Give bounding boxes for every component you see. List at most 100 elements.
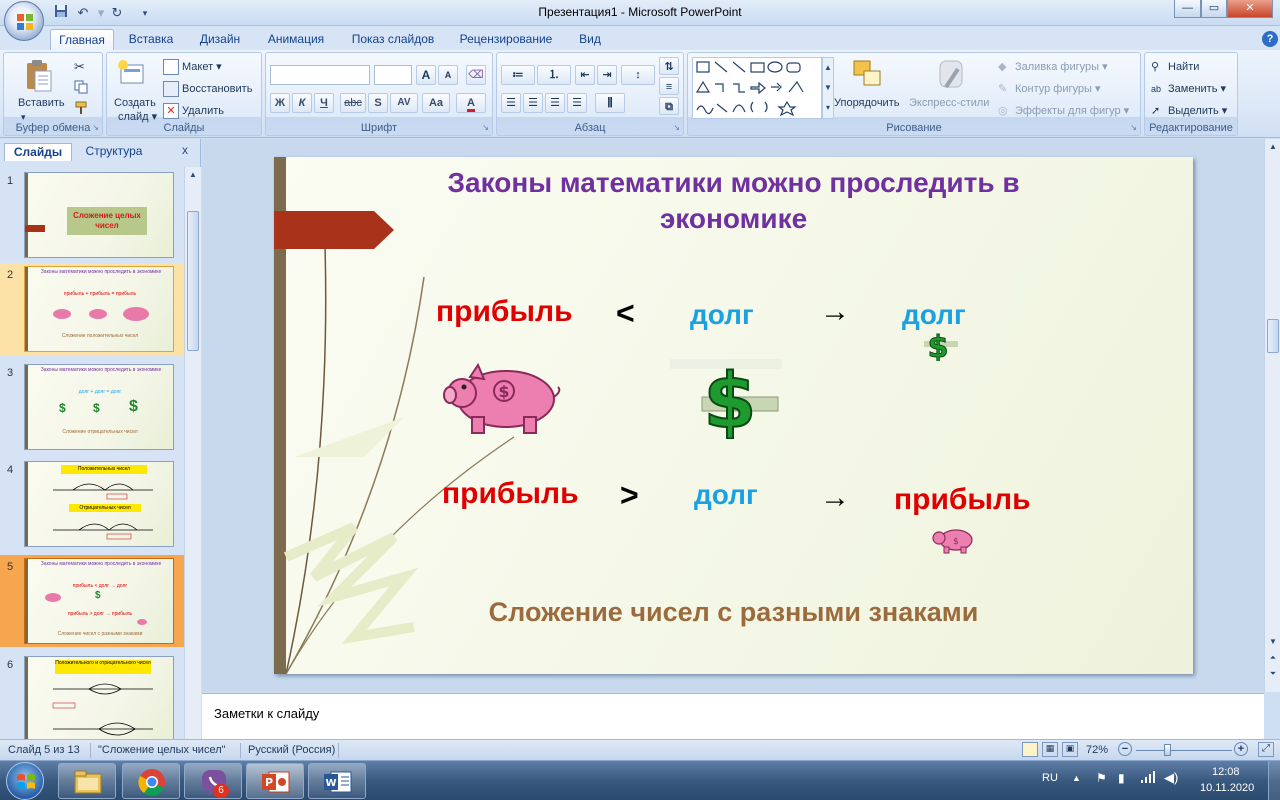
tray-expand-icon[interactable]: ▲ xyxy=(1072,773,1081,783)
clear-format-icon[interactable]: ⌫ xyxy=(466,65,486,85)
change-case-button[interactable]: Aa xyxy=(422,93,450,113)
minimize-button[interactable]: — xyxy=(1174,0,1201,18)
new-slide-icon[interactable] xyxy=(117,59,145,89)
italic-button[interactable]: К xyxy=(292,93,312,113)
slide-sorter-icon[interactable]: ▦ xyxy=(1042,742,1058,757)
decrease-indent-icon[interactable]: ⇤ xyxy=(575,65,595,85)
small-dollar-icon[interactable]: $ xyxy=(914,327,960,361)
columns-icon[interactable]: ⫼ xyxy=(595,93,625,113)
slide-title[interactable]: Законы математики можно проследить в эко… xyxy=(274,165,1193,237)
replace-button[interactable]: ab Заменить ▾ xyxy=(1151,81,1226,97)
char-spacing-button[interactable]: AV xyxy=(390,93,418,113)
font-color-button[interactable]: A xyxy=(456,93,486,113)
clipboard-launcher-icon[interactable]: ↘ xyxy=(92,123,99,132)
slide-thumbnail-4[interactable]: 4 Положительных чисел Отрицательных чисе… xyxy=(0,458,184,550)
strikethrough-button[interactable]: abc xyxy=(340,93,366,113)
taskbar-word[interactable]: W xyxy=(308,763,366,799)
panel-tab-outline[interactable]: Структура xyxy=(76,143,152,161)
clock-time[interactable]: 12:08 xyxy=(1212,766,1240,778)
row1-debt-text[interactable]: долг xyxy=(690,299,754,331)
font-size-combo[interactable] xyxy=(374,65,412,85)
shapes-gallery[interactable] xyxy=(692,57,822,119)
layout-button[interactable]: Макет ▾ xyxy=(163,59,222,76)
row2-debt-text[interactable]: долг xyxy=(694,479,758,511)
numbering-icon[interactable]: ⒈ xyxy=(537,65,571,85)
row2-arrow[interactable]: → xyxy=(820,481,850,515)
normal-view-icon[interactable] xyxy=(1022,742,1038,757)
slide-thumbnail-1[interactable]: 1 Сложение целых чисел xyxy=(0,169,184,261)
tab-insert[interactable]: Вставка xyxy=(120,29,182,50)
battery-icon[interactable]: ▮ xyxy=(1118,771,1125,785)
zoom-slider-track[interactable] xyxy=(1136,750,1232,751)
shape-effects-button[interactable]: ◎ Эффекты для фигур ▾ xyxy=(998,103,1129,119)
slide-thumbnail-2[interactable]: 2 Законы математики можно проследить в э… xyxy=(0,263,184,355)
shadow-button[interactable]: S xyxy=(368,93,388,113)
tab-slideshow[interactable]: Показ слайдов xyxy=(344,29,442,50)
text-direction-icon[interactable]: ⇅ xyxy=(659,57,679,75)
select-button[interactable]: ➚ Выделить ▾ xyxy=(1151,103,1227,119)
align-center-icon[interactable]: ☰ xyxy=(523,93,543,113)
font-launcher-icon[interactable]: ↘ xyxy=(482,123,489,132)
dollar-bill-icon[interactable]: $ xyxy=(666,353,786,439)
piggy-bank-icon[interactable]: $ xyxy=(442,363,564,437)
slideshow-view-icon[interactable]: ▣ xyxy=(1062,742,1078,757)
notes-pane[interactable]: Заметки к слайду xyxy=(202,693,1264,739)
scroll-thumb[interactable] xyxy=(1267,319,1279,353)
tab-view[interactable]: Вид xyxy=(570,29,610,50)
scroll-up-icon[interactable]: ▲ xyxy=(1266,140,1280,154)
fit-slide-icon[interactable]: ⤢ xyxy=(1258,742,1274,757)
arrange-icon[interactable] xyxy=(850,57,886,93)
tab-animation[interactable]: Анимация xyxy=(258,29,334,50)
zoom-level[interactable]: 72% xyxy=(1086,744,1108,756)
volume-icon[interactable]: ◀) xyxy=(1164,770,1178,786)
font-name-combo[interactable] xyxy=(270,65,370,85)
shape-outline-button[interactable]: ✎ Контур фигуры ▾ xyxy=(998,81,1101,97)
taskbar-powerpoint[interactable]: P xyxy=(246,763,304,799)
paste-icon[interactable] xyxy=(24,59,54,93)
align-left-icon[interactable]: ☰ xyxy=(501,93,521,113)
shape-fill-button[interactable]: ◆ Заливка фигуры ▾ xyxy=(998,59,1108,75)
language-indicator[interactable]: Русский (Россия) xyxy=(248,744,335,756)
increase-indent-icon[interactable]: ⇥ xyxy=(597,65,617,85)
slide-canvas[interactable]: Законы математики можно проследить в эко… xyxy=(274,157,1193,674)
format-painter-icon[interactable] xyxy=(74,101,88,120)
copy-icon[interactable] xyxy=(74,80,88,99)
slide-caption[interactable]: Сложение чисел с разными знаками xyxy=(274,597,1193,628)
previous-slide-icon[interactable]: ⏶ xyxy=(1266,651,1280,665)
align-right-icon[interactable]: ☰ xyxy=(545,93,565,113)
panel-close-icon[interactable]: x xyxy=(182,143,188,157)
cut-icon[interactable]: ✂ xyxy=(74,59,85,75)
start-button[interactable] xyxy=(6,762,44,800)
align-text-icon[interactable]: ≡ xyxy=(659,77,679,95)
smartart-icon[interactable]: ⧉ xyxy=(659,97,679,115)
row2-result-profit[interactable]: прибыль xyxy=(894,483,1031,517)
delete-slide-button[interactable]: ✕ Удалить xyxy=(163,103,224,120)
justify-icon[interactable]: ☰ xyxy=(567,93,587,113)
paragraph-launcher-icon[interactable]: ↘ xyxy=(673,123,680,132)
line-spacing-icon[interactable]: ↕ xyxy=(621,65,655,85)
tab-home[interactable]: Главная xyxy=(50,29,114,50)
help-icon[interactable]: ? xyxy=(1262,31,1278,47)
thumbnail-scrollbar[interactable]: ▲ xyxy=(184,167,201,739)
slide-thumbnail-3[interactable]: 3 Законы математики можно проследить в э… xyxy=(0,361,184,453)
zoom-out-icon[interactable]: − xyxy=(1118,742,1132,756)
taskbar-chrome[interactable] xyxy=(122,763,180,799)
flag-icon[interactable]: ⚑ xyxy=(1096,771,1107,785)
row1-profit-text[interactable]: прибыль xyxy=(436,295,573,329)
input-language[interactable]: RU xyxy=(1042,772,1058,784)
row1-arrow[interactable]: → xyxy=(820,295,850,329)
find-button[interactable]: ⚲ Найти xyxy=(1151,59,1199,75)
taskbar-viber[interactable]: 6 xyxy=(184,763,242,799)
theme-name[interactable]: "Сложение целых чисел" xyxy=(98,744,226,756)
drawing-launcher-icon[interactable]: ↘ xyxy=(1130,123,1137,132)
shrink-font-button[interactable]: A xyxy=(438,65,458,85)
grow-font-button[interactable]: A xyxy=(416,65,436,85)
small-piggy-bank-icon[interactable]: $ xyxy=(930,525,976,555)
row2-greater-than[interactable]: > xyxy=(620,477,639,514)
scroll-up-icon[interactable]: ▲ xyxy=(186,168,200,182)
tab-design[interactable]: Дизайн xyxy=(190,29,250,50)
quick-styles-icon[interactable] xyxy=(934,57,970,93)
quick-styles-button[interactable]: Экспресс-стили xyxy=(909,95,989,111)
zoom-slider-thumb[interactable] xyxy=(1164,744,1171,756)
clock-date[interactable]: 10.11.2020 xyxy=(1200,782,1254,794)
